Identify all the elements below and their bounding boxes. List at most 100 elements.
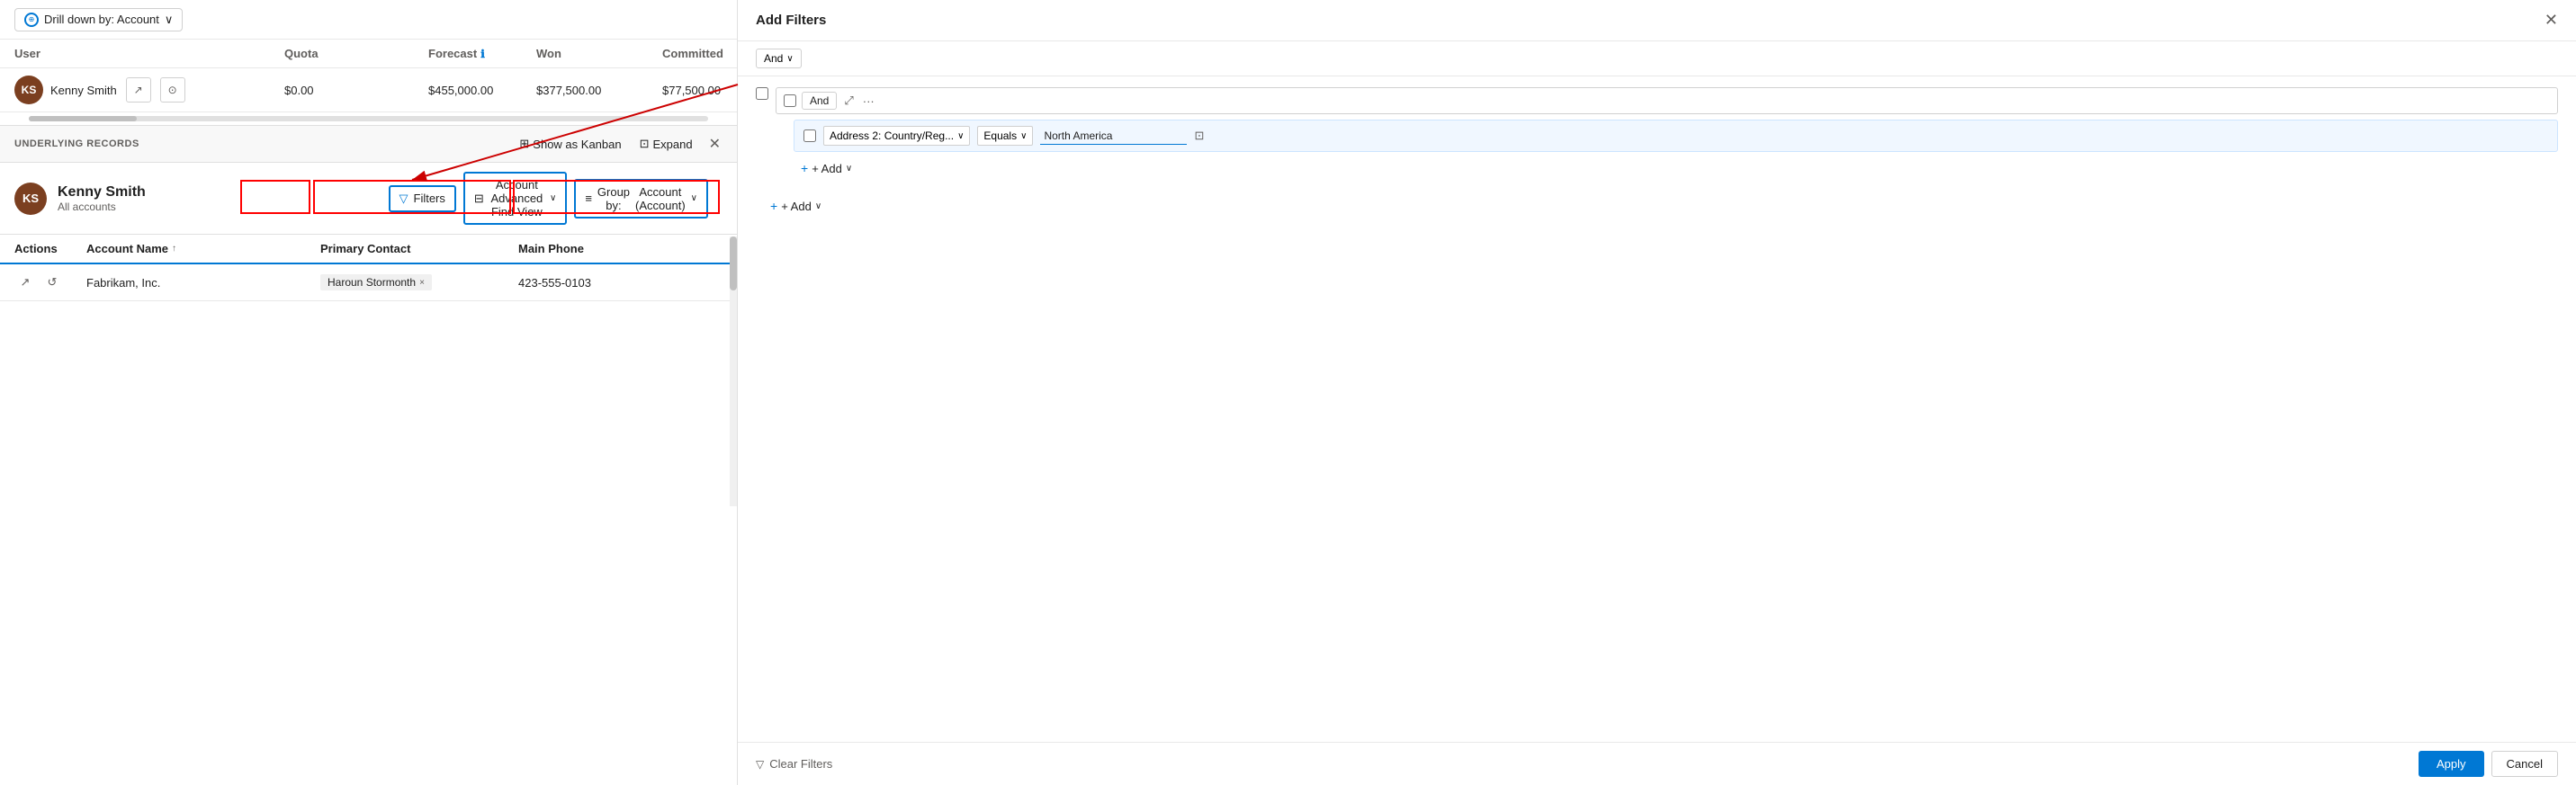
main-phone-cell: 423-555-0103	[518, 276, 698, 290]
contact-tag: Haroun Stormonth ×	[320, 274, 432, 290]
view-label: Account Advanced Find View	[489, 178, 544, 219]
row-refresh-button[interactable]: ↺	[41, 272, 63, 293]
condition-more-button[interactable]: ···	[861, 93, 876, 110]
expand-icon: ⊡	[640, 137, 650, 151]
v-scrollbar-thumb	[730, 236, 737, 290]
filter-bar: ▽ Filters ⊟ Account Advanced Find View ∨…	[389, 172, 723, 225]
col-user: User	[14, 47, 50, 60]
globe-icon: ⊕	[24, 13, 39, 27]
and-label: And	[764, 52, 783, 65]
condition-expand-button[interactable]: ⤢	[842, 92, 855, 110]
operator-dropdown[interactable]: Equals ∨	[977, 126, 1033, 146]
lookup-icon: ⊡	[1194, 129, 1204, 143]
grid-icon: ⊟	[474, 192, 484, 206]
underlying-records-section: UNDERLYING RECORDS ⊞ Show as Kanban ⊡ Ex…	[0, 125, 737, 163]
view-selector-button[interactable]: ⊟ Account Advanced Find View ∨	[463, 172, 567, 225]
user-name: Kenny Smith	[50, 84, 117, 97]
apply-button[interactable]: Apply	[2419, 751, 2484, 777]
field-chevron-icon: ∨	[957, 131, 964, 141]
info-icon: ℹ	[480, 48, 485, 60]
groupby-chevron-icon: ∨	[691, 193, 697, 203]
group-by-value: Account (Account)	[635, 185, 686, 212]
expand-button[interactable]: ⊡ Expand	[636, 135, 696, 153]
field-label: Address 2: Country/Reg...	[830, 129, 954, 142]
condition-group-checkbox[interactable]	[756, 87, 768, 100]
filters-button[interactable]: ▽ Filters	[389, 185, 456, 212]
condition-and-label: And	[802, 92, 837, 110]
col-account-name-header[interactable]: Account Name ↑	[86, 242, 320, 255]
add-sub-filter-button[interactable]: + + Add ∨	[794, 157, 859, 179]
h-scrollbar-thumb	[29, 116, 137, 121]
record-avatar: KS	[14, 183, 47, 215]
condition-group: And ⤢ ··· Address 2: Country/Reg... ∨	[756, 87, 2558, 184]
panel-title: Add Filters	[756, 13, 826, 28]
add-sub-chevron: ∨	[846, 164, 852, 174]
contact-tag-label: Haroun Stormonth	[328, 276, 416, 289]
condition-row-item: Address 2: Country/Reg... ∨ Equals ∨ ⊡	[794, 120, 2558, 152]
group-by-button[interactable]: ≡ Group by: Account (Account) ∨	[574, 179, 708, 219]
plus-main-icon: +	[770, 199, 777, 213]
filter-icon: ▽	[399, 192, 408, 206]
and-chevron-icon: ∨	[786, 54, 793, 64]
top-bar: ⊕ Drill down by: Account ∨	[0, 0, 737, 40]
col-main-phone-header: Main Phone	[518, 242, 698, 255]
col-actions-header: Actions	[14, 242, 86, 255]
show-as-kanban-label: Show as Kanban	[533, 138, 621, 151]
operator-chevron-icon: ∨	[1020, 131, 1027, 141]
close-underlying-button[interactable]: ✕	[707, 133, 723, 155]
sort-icon: ↑	[172, 244, 176, 254]
share-icon-btn[interactable]: ↗	[126, 77, 151, 103]
h-scrollbar-container	[0, 112, 737, 125]
user-avatar: KS	[14, 76, 43, 104]
forecast-value: $455,000.00	[428, 84, 536, 97]
drill-down-label: Drill down by: Account	[44, 13, 159, 26]
plus-icon: +	[801, 161, 808, 175]
target-icon-btn[interactable]: ⊙	[160, 77, 185, 103]
view-chevron-icon: ∨	[550, 193, 556, 203]
underlying-title: UNDERLYING RECORDS	[14, 138, 139, 149]
h-scrollbar-track[interactable]	[29, 116, 708, 121]
clear-filter-icon: ▽	[756, 758, 764, 771]
won-value: $377,500.00	[536, 84, 662, 97]
contact-tag-close-icon[interactable]: ×	[419, 278, 425, 288]
group-by-label: Group by:	[597, 185, 630, 212]
condition-and-checkbox[interactable]	[784, 94, 796, 107]
clear-filters-label: Clear Filters	[769, 757, 832, 771]
accounts-table-header: Actions Account Name ↑ Primary Contact M…	[0, 235, 737, 264]
col-forecast: Forecast ℹ	[428, 47, 536, 60]
add-filters-panel: Add Filters ✕ And ∨ And ⤢ ···	[738, 0, 2576, 785]
data-row-kenny: KS Kenny Smith ↗ ⊙ $0.00 $455,000.00 $37…	[0, 68, 737, 112]
add-main-filter-button[interactable]: + + Add ∨	[756, 195, 836, 217]
condition-and-header: And ⤢ ···	[776, 87, 2558, 114]
main-content: ⊕ Drill down by: Account ∨ User Quota Fo…	[0, 0, 738, 785]
add-sub-filter-row: + + Add ∨	[794, 152, 2558, 184]
filter-operator-row: And ∨	[738, 41, 2576, 76]
and-operator-button[interactable]: And ∨	[756, 49, 802, 68]
account-name-cell: Fabrikam, Inc.	[86, 276, 320, 290]
drill-down-button[interactable]: ⊕ Drill down by: Account ∨	[14, 8, 183, 31]
target-icon: ⊙	[168, 84, 177, 96]
groupby-icon: ≡	[585, 192, 592, 205]
show-as-kanban-button[interactable]: ⊞ Show as Kanban	[516, 135, 624, 153]
filter-conditions-container: And ⤢ ··· Address 2: Country/Reg... ∨	[738, 76, 2576, 227]
record-sub: All accounts	[58, 201, 378, 213]
underlying-actions: ⊞ Show as Kanban ⊡ Expand ✕	[516, 133, 723, 155]
value-input[interactable]	[1040, 128, 1187, 145]
filters-label: Filters	[414, 192, 445, 205]
condition-row-checkbox[interactable]	[803, 129, 816, 142]
col-won: Won	[536, 47, 662, 60]
panel-close-button[interactable]: ✕	[2545, 11, 2558, 30]
add-main-chevron: ∨	[815, 201, 821, 211]
primary-contact-cell: Haroun Stormonth ×	[320, 274, 518, 290]
operator-label: Equals	[983, 129, 1017, 142]
bottom-action-bar: ▽ Clear Filters Apply Cancel	[738, 742, 2576, 785]
clear-filters-button[interactable]: ▽ Clear Filters	[756, 757, 832, 771]
cancel-button[interactable]: Cancel	[2491, 751, 2558, 777]
field-dropdown[interactable]: Address 2: Country/Reg... ∨	[823, 126, 970, 146]
underlying-header: UNDERLYING RECORDS ⊞ Show as Kanban ⊡ Ex…	[0, 126, 737, 163]
kanban-icon: ⊞	[519, 137, 529, 151]
row-external-link-button[interactable]: ↗	[14, 272, 36, 293]
v-scrollbar[interactable]	[730, 236, 737, 506]
bottom-right-buttons: Apply Cancel	[2419, 751, 2558, 777]
chevron-down-icon: ∨	[165, 13, 174, 27]
